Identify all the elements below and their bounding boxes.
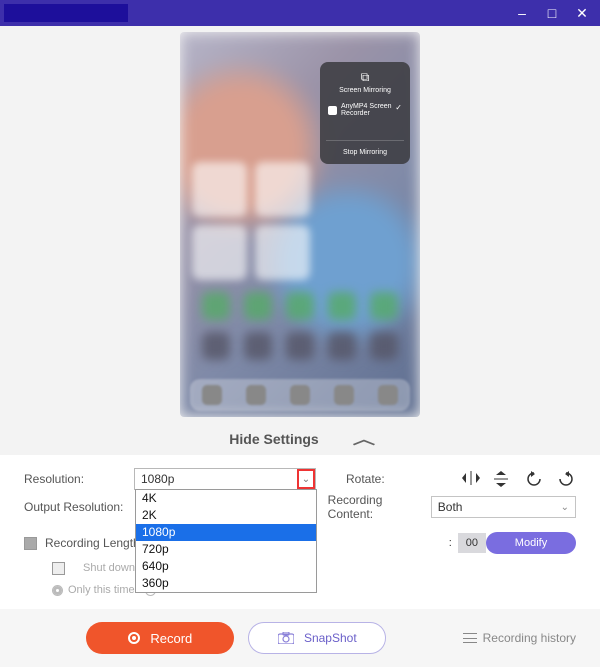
app-logo [4,4,128,22]
hide-settings-toggle[interactable]: Hide Settings ︿ [0,423,600,455]
time-segment[interactable]: 00 [458,533,486,553]
flip-horizontal-icon[interactable] [462,471,480,487]
screen-mirroring-panel: ⧉ Screen Mirroring AnyMP4 Screen Recorde… [320,62,410,164]
chevron-up-icon: ︿ [353,429,375,449]
recording-content-label: Recording Content: [328,493,431,521]
check-icon: ✓ [395,103,402,112]
only-this-time-label: Only this time [68,584,135,596]
resolution-select[interactable]: 1080p ⌄ [134,468,316,490]
resolution-option[interactable]: 720p [136,541,316,558]
recording-history-link[interactable]: Recording history [463,631,576,645]
recording-content-select[interactable]: Both ⌄ [431,496,576,518]
resolution-option[interactable]: 1080p [136,524,316,541]
recording-content-value: Both [438,500,463,514]
resolution-value: 1080p [141,472,174,486]
only-this-time-radio[interactable] [52,585,63,596]
resolution-dropdown[interactable]: 4K 2K 1080p 720p 640p 360p [135,489,317,593]
bottom-bar: Record SnapShot Recording history [0,609,600,667]
shutdown-checkbox[interactable] [52,562,65,575]
recording-length-label: Recording Length [45,536,140,550]
maximize-button[interactable]: □ [544,5,560,21]
recording-length-checkbox[interactable] [24,537,37,550]
minimize-button[interactable]: – [514,5,530,21]
output-resolution-label: Output Resolution: [24,500,127,514]
mirror-icon: ⧉ [326,70,404,85]
snapshot-button[interactable]: SnapShot [248,622,386,654]
time-separator: : [445,537,456,549]
chevron-down-icon[interactable]: ⌄ [297,469,315,489]
titlebar: – □ ✕ [0,0,600,26]
modify-button[interactable]: Modify [486,532,576,554]
resolution-option[interactable]: 640p [136,558,316,575]
camera-icon [278,632,294,644]
stop-mirroring-button[interactable]: Stop Mirroring [326,140,404,156]
list-icon [463,633,477,643]
rotate-right-icon[interactable] [558,471,576,487]
resolution-option[interactable]: 360p [136,575,316,592]
rotate-left-icon[interactable] [526,471,544,487]
record-icon [128,632,140,644]
preview-area: ⧉ Screen Mirroring AnyMP4 Screen Recorde… [0,26,600,423]
resolution-label: Resolution: [24,472,134,486]
device-preview: ⧉ Screen Mirroring AnyMP4 Screen Recorde… [180,32,420,417]
snapshot-label: SnapShot [304,631,357,645]
mirror-title: Screen Mirroring [326,87,404,94]
flip-vertical-icon[interactable] [494,471,512,487]
resolution-option[interactable]: 2K [136,507,316,524]
hide-settings-label: Hide Settings [229,431,318,447]
settings-panel: Resolution: 1080p ⌄ Rotate: Output Resol… [0,455,600,609]
rotate-label: Rotate: [346,472,456,486]
recording-history-label: Recording history [483,631,576,645]
mirror-device-item[interactable]: AnyMP4 Screen Recorder ✓ [326,100,404,120]
record-label: Record [150,631,192,646]
close-button[interactable]: ✕ [574,5,590,21]
chevron-down-icon: ⌄ [561,502,569,513]
resolution-option[interactable]: 4K [136,490,316,507]
mirror-device-label: AnyMP4 Screen Recorder [341,103,402,117]
record-button[interactable]: Record [86,622,234,654]
